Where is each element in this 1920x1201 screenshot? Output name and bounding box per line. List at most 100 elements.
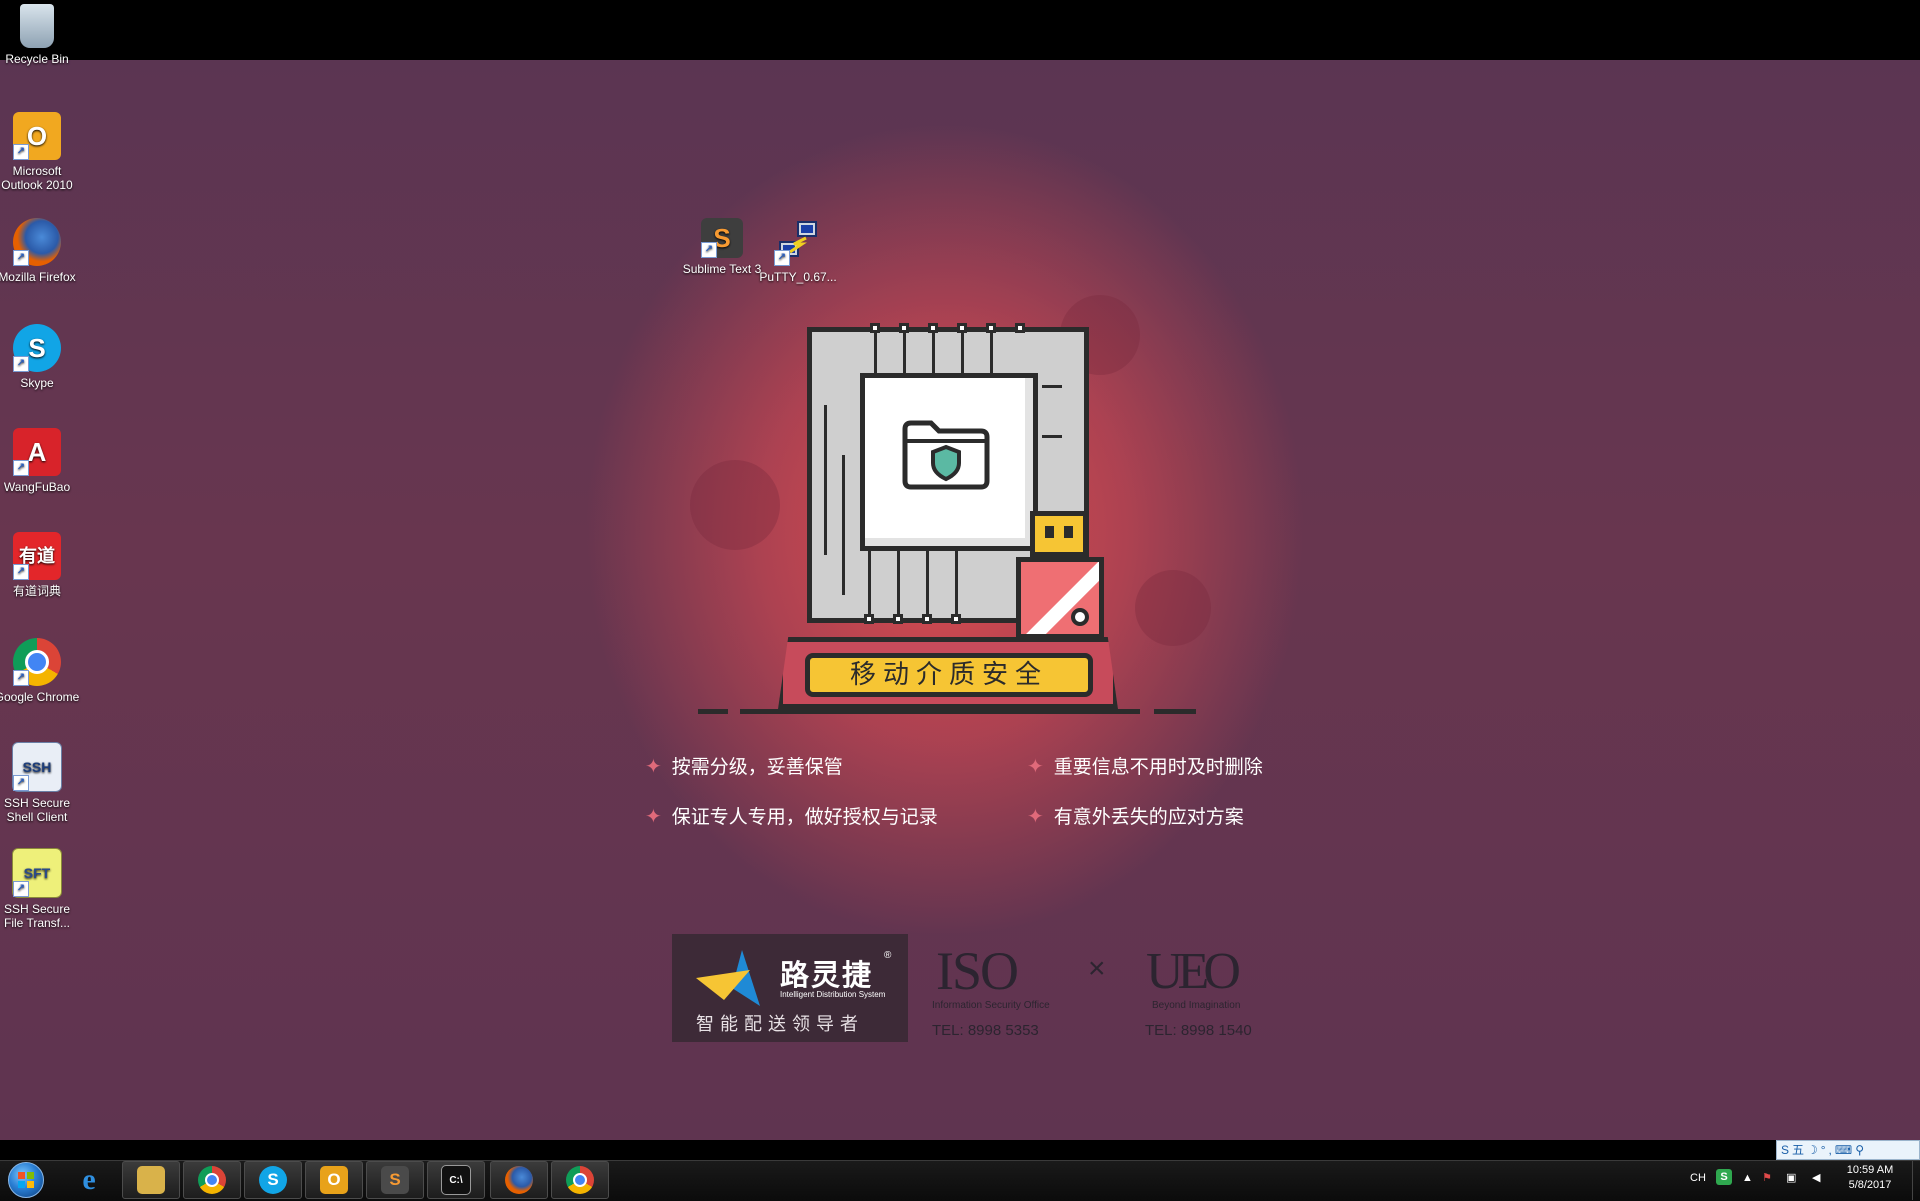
- shortcut-arrow-icon: ↗: [13, 881, 29, 897]
- ie-icon: e: [82, 1163, 96, 1196]
- desktop-icon-outlook[interactable]: O ↗ Microsoft Outlook 2010: [0, 112, 80, 192]
- chip-pin: [928, 323, 938, 333]
- usb-ring: [1071, 608, 1089, 626]
- clock-time: 10:59 AM: [1846, 1164, 1894, 1176]
- desktop-icon-firefox[interactable]: ↗ Mozilla Firefox: [0, 218, 80, 284]
- logo-name: 路灵捷: [780, 958, 874, 992]
- outlook-icon: O ↗: [13, 112, 61, 160]
- skype-icon: S ↗: [13, 324, 61, 372]
- putty-icon: ↗: [774, 218, 822, 266]
- chip-trace: [897, 549, 900, 615]
- chrome-icon: [566, 1166, 594, 1194]
- windows-logo-icon: [8, 1162, 44, 1198]
- taskbar-command-prompt[interactable]: C:\: [427, 1161, 485, 1199]
- chip-trace: [1042, 385, 1062, 388]
- logo-english: Intelligent Distribution System: [780, 990, 886, 999]
- taskbar-chrome-2[interactable]: [551, 1161, 609, 1199]
- skype-icon: S: [259, 1166, 287, 1194]
- base-line: [698, 709, 728, 714]
- desktop-icon-ssh-client[interactable]: SSH ↗ SSH Secure Shell Client: [0, 742, 80, 824]
- desktop-icon-wangfubao[interactable]: A ↗ WangFuBao: [0, 428, 80, 494]
- chip-pin: [864, 614, 874, 624]
- taskbar-chrome[interactable]: [183, 1161, 241, 1199]
- ime-toolbar[interactable]: S五☽°,⌨⚲: [1776, 1140, 1920, 1160]
- shortcut-arrow-icon: ↗: [13, 250, 29, 266]
- chip-trace: [926, 549, 929, 615]
- volume-icon[interactable]: ◀: [1812, 1171, 1820, 1184]
- system-clock[interactable]: 10:59 AM 5/8/2017: [1832, 1163, 1908, 1193]
- taskbar-file-explorer[interactable]: [122, 1161, 180, 1199]
- logo-registered-mark: ®: [884, 950, 892, 961]
- secure-folder-icon: [902, 420, 990, 490]
- taskbar-outlook[interactable]: O: [305, 1161, 363, 1199]
- base-line: [1154, 709, 1196, 714]
- guideline-text: 保证专人专用，做好授权与记录: [671, 806, 938, 828]
- desktop-icon-label: SSH Secure File Transf...: [3, 902, 71, 930]
- shortcut-arrow-icon: ↗: [774, 250, 790, 266]
- chrome-icon: ↗: [13, 638, 61, 686]
- sparkle-icon: ✦: [645, 754, 662, 778]
- taskbar-skype[interactable]: S: [244, 1161, 302, 1199]
- guideline-text: 重要信息不用时及时删除: [1053, 756, 1263, 778]
- desktop-icon-sublime-text[interactable]: S ↗ Sublime Text 3: [679, 218, 765, 276]
- guideline-item: ✦ 按需分级，妥善保管: [645, 752, 843, 779]
- chip-trace: [824, 405, 827, 555]
- desktop-icon-label: Recycle Bin: [5, 52, 69, 66]
- logo-slogan: 智能配送领导者: [696, 1014, 864, 1035]
- taskbar-sublime-text[interactable]: S: [366, 1161, 424, 1199]
- desktop-icon-label: Sublime Text 3: [682, 262, 762, 276]
- iso-subtitle: Information Security Office: [932, 1000, 1050, 1011]
- desktop-icon-label: 有道词典: [12, 584, 61, 598]
- youdao-icon: 有道 ↗: [13, 532, 61, 580]
- firefox-icon: [505, 1166, 533, 1194]
- show-hidden-icons-icon[interactable]: ▲: [1742, 1172, 1753, 1184]
- show-desktop-button[interactable]: [1912, 1161, 1920, 1200]
- iso-phone: TEL: 8998 5353: [932, 1022, 1039, 1039]
- company-logo: 路灵捷 ® Intelligent Distribution System 智能…: [672, 934, 908, 1042]
- desktop-icon-label: Mozilla Firefox: [0, 270, 76, 284]
- taskbar-firefox[interactable]: [490, 1161, 548, 1199]
- chip-pin: [951, 614, 961, 624]
- start-button[interactable]: [2, 1161, 50, 1199]
- sparkle-icon: ✦: [645, 804, 662, 828]
- desktop-icon-putty[interactable]: ↗ PuTTY_0.67...: [755, 218, 841, 284]
- usb-drive-head: [1030, 511, 1088, 557]
- desktop-icon-label: WangFuBao: [3, 480, 71, 494]
- chip-pin: [899, 323, 909, 333]
- desktop-icon-recycle-bin[interactable]: Recycle Bin: [0, 4, 80, 66]
- action-center-flag-icon[interactable]: ⚑: [1762, 1171, 1772, 1184]
- desktop-icon-chrome[interactable]: ↗ Google Chrome: [0, 638, 80, 704]
- shortcut-arrow-icon: ↗: [13, 460, 29, 476]
- desktop-icon-label: PuTTY_0.67...: [759, 270, 837, 284]
- usb-eye: [1045, 526, 1054, 538]
- language-indicator[interactable]: CH: [1690, 1172, 1706, 1184]
- top-black-bar: [0, 0, 1920, 60]
- ssh-file-transfer-icon: SFT ↗: [12, 848, 62, 898]
- desktop-icon-skype[interactable]: S ↗ Skype: [0, 324, 80, 390]
- desktop-icon-label: Microsoft Outlook 2010: [1, 164, 73, 192]
- folder-icon: [137, 1166, 165, 1194]
- recycle-bin-icon: [20, 4, 54, 48]
- guideline-item: ✦ 重要信息不用时及时删除: [1027, 752, 1263, 779]
- base-line: [740, 709, 1140, 714]
- desktop-bottom-strip: [0, 1140, 1920, 1160]
- firefox-icon: ↗: [13, 218, 61, 266]
- chip-pin: [957, 323, 967, 333]
- desktop-icon-youdao[interactable]: 有道 ↗ 有道词典: [0, 532, 80, 598]
- desktop-icon-label: Google Chrome: [0, 690, 80, 704]
- removable-media-illustration: 移动介质安全: [690, 315, 1210, 725]
- desktop-icon-ssh-file-transfer[interactable]: SFT ↗ SSH Secure File Transf...: [0, 848, 80, 930]
- desktop-icon-label: Skype: [20, 376, 54, 390]
- sogou-ime-icon[interactable]: S: [1716, 1169, 1732, 1185]
- taskbar-ie[interactable]: e: [60, 1161, 118, 1199]
- chrome-icon: [198, 1166, 226, 1194]
- chip-trace: [1042, 435, 1062, 438]
- chip-pin: [870, 323, 880, 333]
- chip-trace: [842, 455, 845, 595]
- network-icon[interactable]: ▣: [1786, 1171, 1796, 1184]
- logo-separator: ×: [1088, 952, 1106, 985]
- cmd-icon: C:\: [441, 1165, 471, 1195]
- guideline-text: 按需分级，妥善保管: [671, 756, 843, 778]
- guideline-item: ✦ 有意外丢失的应对方案: [1027, 802, 1244, 829]
- sublime-text-icon: S ↗: [701, 218, 743, 258]
